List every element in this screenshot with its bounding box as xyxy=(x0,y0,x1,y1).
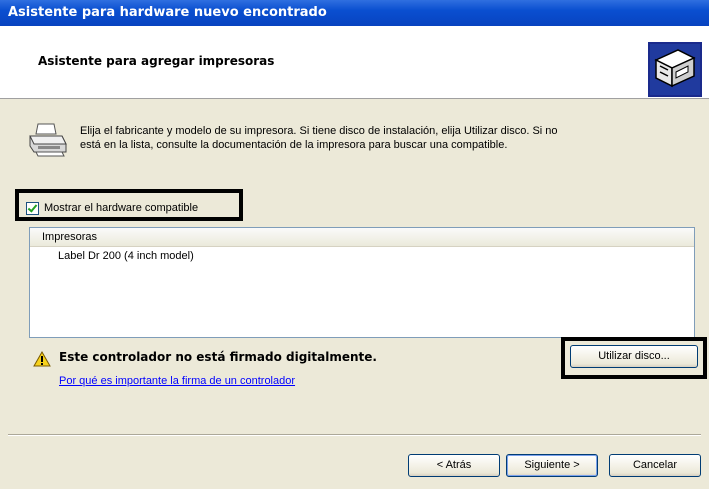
instructions-line-2: está en la lista, consulte la documentac… xyxy=(80,139,508,151)
list-item[interactable]: Label Dr 200 (4 inch model) xyxy=(30,247,694,265)
printer-icon xyxy=(29,123,67,157)
highlight-box-checkbox xyxy=(15,189,243,221)
highlight-box-have-disk xyxy=(561,337,707,379)
cancel-label[interactable]: Cancelar xyxy=(633,455,677,476)
next-button[interactable]: Siguiente > xyxy=(506,454,598,477)
back-button[interactable]: < Atrás xyxy=(408,454,500,477)
printer-list[interactable]: Impresoras Label Dr 200 (4 inch model) xyxy=(29,227,695,338)
wizard-header: Asistente para agregar impresoras xyxy=(0,26,709,99)
warning-icon xyxy=(33,351,51,367)
list-column-header[interactable]: Impresoras xyxy=(30,228,694,247)
header-title: Asistente para agregar impresoras xyxy=(38,54,275,68)
driver-signing-link[interactable]: Por qué es importante la firma de un con… xyxy=(59,375,295,387)
next-label[interactable]: Siguiente > xyxy=(524,455,579,476)
window-title: Asistente para hardware nuevo encontrado xyxy=(0,0,709,26)
unsigned-driver-warning: Este controlador no está firmado digital… xyxy=(59,350,377,364)
cancel-button[interactable]: Cancelar xyxy=(609,454,701,477)
back-label[interactable]: < Atrás xyxy=(437,455,472,476)
hardware-wizard-icon xyxy=(648,42,702,97)
instructions-line-1: Elija el fabricante y modelo de su impre… xyxy=(80,125,558,137)
instructions-text: Elija el fabricante y modelo de su impre… xyxy=(80,124,690,152)
footer-separator xyxy=(8,434,701,436)
